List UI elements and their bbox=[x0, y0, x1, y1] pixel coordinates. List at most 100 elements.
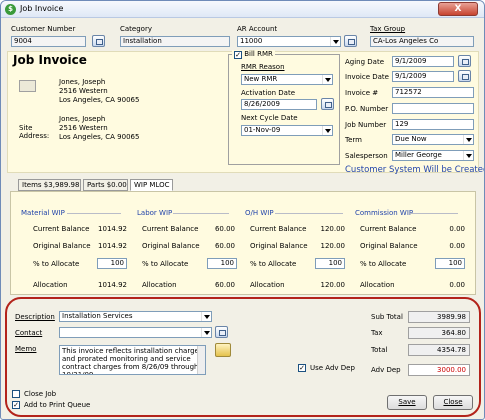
salesperson-select[interactable]: Miller George bbox=[392, 150, 474, 161]
description-select[interactable]: Installation Services bbox=[59, 311, 212, 322]
chevron-down-icon[interactable] bbox=[330, 37, 340, 46]
sub-total-value: 3989.98 bbox=[408, 311, 470, 323]
wip-column-title: Commission WIP bbox=[355, 209, 414, 217]
wip-column-title: Material WIP bbox=[21, 209, 65, 217]
billing-street: 2516 Western bbox=[59, 87, 108, 95]
chevron-down-icon[interactable] bbox=[201, 328, 211, 337]
memo-text: This invoice reflects installation charg… bbox=[62, 347, 203, 375]
tab-items[interactable]: Items $3,989.98 bbox=[18, 179, 81, 191]
job-number-field[interactable]: 129 bbox=[392, 119, 474, 130]
bill-rmr-label: Bill RMR bbox=[244, 50, 273, 58]
allocation-label: Allocation bbox=[360, 281, 395, 289]
tax-label: Tax bbox=[371, 329, 383, 337]
labor-allocation: 60.00 bbox=[214, 281, 235, 289]
contact-select[interactable] bbox=[59, 327, 212, 338]
window-close-button[interactable]: X bbox=[438, 2, 478, 16]
close-job-label: Close Job bbox=[24, 390, 57, 398]
invoice-date-label: Invoice Date bbox=[345, 73, 389, 81]
oh-pct-input[interactable]: 100 bbox=[315, 258, 345, 269]
chevron-down-icon[interactable] bbox=[463, 151, 473, 160]
commission-current-balance: 0.00 bbox=[449, 225, 465, 233]
site-city: Los Angeles, CA 90065 bbox=[59, 133, 140, 141]
tab-wip-mloc[interactable]: WIP MLOC bbox=[130, 179, 173, 191]
pct-allocate-label: % to Allocate bbox=[250, 260, 297, 268]
oh-original-balance: 120.00 bbox=[320, 242, 346, 250]
status-message: Customer System Will be Created bbox=[345, 165, 485, 175]
chevron-down-icon[interactable] bbox=[322, 75, 332, 84]
labor-pct-input[interactable]: 100 bbox=[207, 258, 237, 269]
material-original-balance: 1014.92 bbox=[98, 242, 127, 250]
total-value: 4354.78 bbox=[408, 344, 470, 356]
address-card-icon[interactable] bbox=[19, 80, 36, 92]
bill-rmr-checkbox[interactable]: ✓ bbox=[234, 51, 242, 59]
aging-date-label: Aging Date bbox=[345, 58, 385, 66]
bill-rmr-legend: ✓ Bill RMR bbox=[232, 50, 275, 59]
material-allocation: 1014.92 bbox=[98, 281, 127, 289]
term-select[interactable]: Due Now bbox=[392, 134, 474, 145]
site-name: Jones, Joseph bbox=[59, 115, 106, 123]
save-button-label: Save bbox=[398, 398, 416, 406]
job-number-label: Job Number bbox=[345, 121, 387, 129]
calendar-icon[interactable] bbox=[458, 55, 471, 67]
close-button[interactable]: Close bbox=[433, 395, 473, 410]
po-number-field[interactable] bbox=[392, 103, 474, 114]
adv-dep-value[interactable]: 3000.00 bbox=[408, 364, 470, 376]
allocation-label: Allocation bbox=[142, 281, 177, 289]
calendar-icon[interactable] bbox=[458, 70, 471, 82]
tax-group-label: Tax Group bbox=[370, 25, 406, 33]
tax-group-field[interactable]: CA-Los Angeles Co bbox=[370, 36, 474, 47]
tab-parts[interactable]: Parts $0.00 bbox=[83, 179, 128, 191]
aging-date-field[interactable]: 9/1/2009 bbox=[392, 56, 454, 67]
memo-label: Memo bbox=[15, 345, 37, 353]
material-pct-input[interactable]: 100 bbox=[97, 258, 127, 269]
description-value: Installation Services bbox=[62, 312, 133, 320]
chevron-down-icon[interactable] bbox=[322, 126, 332, 135]
print-queue-label: Add to Print Queue bbox=[24, 401, 91, 409]
total-label: Total bbox=[371, 346, 388, 354]
site-address-label: Site Address: bbox=[19, 124, 50, 140]
chevron-down-icon[interactable] bbox=[463, 135, 473, 144]
allocation-label: Allocation bbox=[250, 281, 285, 289]
memo-textarea[interactable]: This invoice reflects installation charg… bbox=[59, 345, 206, 375]
activation-date-field[interactable]: 8/26/2009 bbox=[241, 99, 317, 110]
pct-allocate-label: % to Allocate bbox=[360, 260, 407, 268]
customer-number-field[interactable]: 9004 bbox=[11, 36, 86, 47]
contact-lookup-icon[interactable] bbox=[215, 326, 228, 338]
close-button-label: Close bbox=[443, 398, 463, 406]
salesperson-label: Salesperson bbox=[345, 152, 388, 160]
commission-pct-input[interactable]: 100 bbox=[435, 258, 465, 269]
wip-column-title: Labor WIP bbox=[137, 209, 173, 217]
chevron-down-icon[interactable] bbox=[201, 312, 211, 321]
category-field[interactable]: Installation bbox=[120, 36, 230, 47]
invoice-date-field[interactable]: 9/1/2009 bbox=[392, 71, 454, 82]
calendar-icon[interactable] bbox=[321, 98, 334, 110]
labor-original-balance: 60.00 bbox=[214, 242, 235, 250]
next-cycle-date-select[interactable]: 01-Nov-09 bbox=[241, 125, 333, 136]
pct-allocate-label: % to Allocate bbox=[142, 260, 189, 268]
current-balance-label: Current Balance bbox=[360, 225, 417, 233]
invoice-number-label: Invoice # bbox=[345, 89, 379, 97]
refresh-icon[interactable] bbox=[215, 343, 231, 357]
memo-scrollbar[interactable] bbox=[197, 346, 205, 374]
calculator-icon[interactable] bbox=[92, 35, 105, 47]
commission-original-balance: 0.00 bbox=[449, 242, 465, 250]
sub-total-label: Sub Total bbox=[371, 313, 403, 321]
tax-value: 364.80 bbox=[408, 327, 470, 339]
print-queue-checkbox[interactable]: ✓ bbox=[12, 401, 20, 409]
close-job-checkbox[interactable] bbox=[12, 390, 20, 398]
wip-column-title: O/H WIP bbox=[245, 209, 274, 217]
lookup-icon[interactable] bbox=[344, 35, 357, 47]
customer-number-label: Customer Number bbox=[11, 25, 76, 33]
ar-account-value: 11000 bbox=[240, 37, 263, 45]
adv-dep-label: Adv Dep bbox=[371, 366, 401, 374]
rmr-reason-select[interactable]: New RMR bbox=[241, 74, 333, 85]
invoice-number-field[interactable]: 712572 bbox=[392, 87, 474, 98]
contact-label: Contact bbox=[15, 329, 43, 337]
oh-current-balance: 120.00 bbox=[320, 225, 346, 233]
description-label: Description bbox=[15, 313, 55, 321]
salesperson-value: Miller George bbox=[395, 151, 442, 159]
material-current-balance: 1014.92 bbox=[98, 225, 127, 233]
use-adv-dep-checkbox[interactable]: ✓ bbox=[298, 364, 306, 372]
save-button[interactable]: Save bbox=[387, 395, 427, 410]
ar-account-select[interactable]: 11000 bbox=[237, 36, 341, 47]
